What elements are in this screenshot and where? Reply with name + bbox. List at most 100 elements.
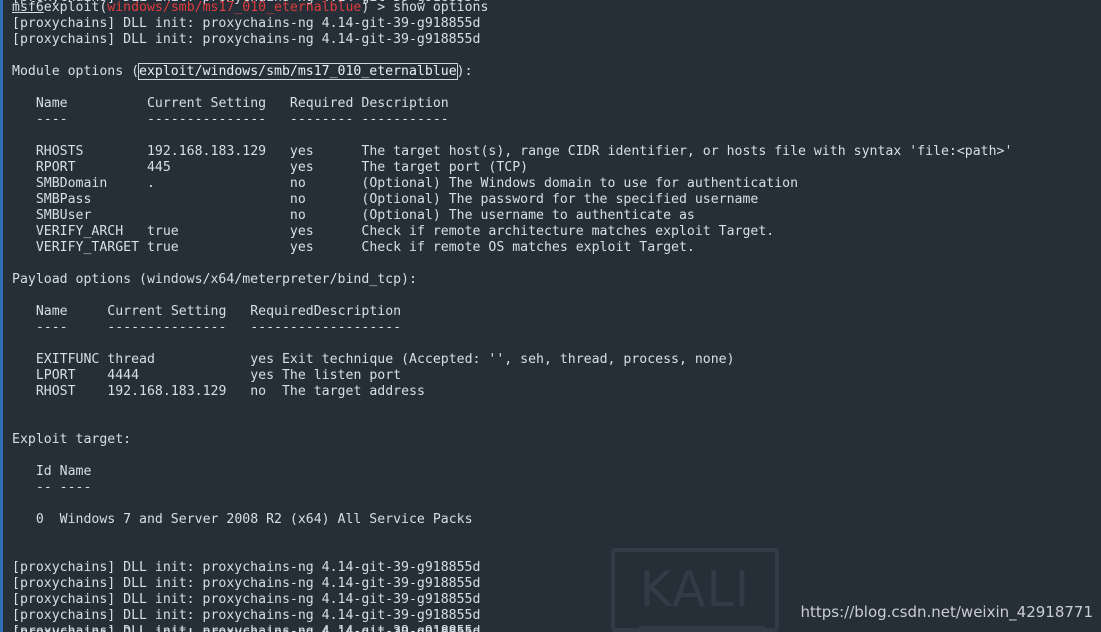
col-header-name: Name [35,304,108,319]
option-name: RHOST [35,384,108,399]
option-description: The target address [281,384,425,399]
option-name: SMBPass [35,192,147,207]
table-row: VERIFY_ARCH true yes Check if remote arc… [12,224,1101,240]
option-description: Exit technique (Accepted: '', seh, threa… [281,352,735,367]
payload-options-heading: Payload options (windows/x64/meterpreter… [12,272,417,287]
option-current-setting [147,192,290,207]
payload-options-header-row: Name Current Setting RequiredDescription [12,304,1101,320]
option-current-setting: thread [107,352,251,367]
terminal-window[interactable]: KALI https://blog.csdn.net/weixin_429187… [0,0,1101,632]
col-header-----: ---- [35,320,108,335]
option-name: RHOSTS [35,144,147,159]
table-row: SMBPass no (Optional) The password for t… [12,192,1101,208]
proxychains-line: [proxychains] DLL init: proxychains-ng 4… [12,592,481,607]
payload-options-header-rule: ---- --------------- ------------------- [12,320,1101,336]
col-header-required: Required [250,304,314,319]
option-description: Check if remote OS matches exploit Targe… [361,240,695,255]
col-header-----: ---- [35,112,147,127]
col-header-name: Name [35,96,147,111]
shell-name-label: msf6 [12,0,44,15]
option-current-setting: 4444 [107,368,251,383]
col-header-id: Id [35,464,60,479]
col-header-----: ---- [59,480,92,495]
col-header------------: ----------- [313,320,402,335]
option-description: The listen port [281,368,402,383]
option-required: no [250,384,282,399]
option-description: The target host(s), range CIDR identifie… [361,144,1013,159]
target-name: Windows 7 and Server 2008 R2 (x64) All S… [59,512,473,527]
col-header----------------: --------------- [146,112,290,127]
option-required: yes [250,352,282,367]
table-row: RHOST 192.168.183.129 no The target addr… [12,384,1101,400]
proxychains-line: [proxychains] DLL init: proxychains-ng 4… [12,560,481,575]
table-row: RPORT 445 yes The target port (TCP) [12,160,1101,176]
col-header-description: Description [313,304,402,319]
selected-module-path[interactable]: exploit/windows/smb/ms17_010_eternalblue [138,63,458,80]
col-header---------: -------- [289,112,362,127]
terminal-output: msf6exploit(windows/smb/ms17_010_eternal… [3,0,1101,632]
option-description: (Optional) The password for the specifie… [361,192,759,207]
option-required: yes [289,240,362,255]
prompt-exploit-prefix: exploit( [43,0,108,15]
col-header---: -- [35,480,60,495]
option-name: LPORT [35,368,108,383]
table-row: SMBDomain . no (Optional) The Windows do… [12,176,1101,192]
option-current-setting [147,208,290,223]
option-name: RPORT [35,160,147,175]
option-current-setting: 192.168.183.129 [146,144,290,159]
module-options-header-row: Name Current Setting Required Descriptio… [12,96,1101,112]
proxychains-line: [proxychains] DLL init: proxychains-ng 4… [12,624,481,632]
option-required: yes [289,160,362,175]
module-options-header-rule: ---- --------------- -------- ----------… [12,112,1101,128]
proxychains-line: [proxychains] DLL init: proxychains-ng 4… [12,32,481,47]
exploit-target-heading: Exploit target: [12,432,132,447]
option-name: VERIFY_TARGET [35,240,147,255]
col-header-current-setting: Current Setting [107,304,251,319]
table-row: RHOSTS 192.168.183.129 yes The target ho… [12,144,1101,160]
table-row: VERIFY_TARGET true yes Check if remote O… [12,240,1101,256]
col-header------------: ----------- [361,112,449,127]
option-description: Check if remote architecture matches exp… [361,224,775,239]
option-current-setting: 192.168.183.129 [107,384,251,399]
prompt-line-show-options[interactable]: msf6exploit(windows/smb/ms17_010_eternal… [12,0,1101,16]
prompt-exploit-suffix: ) > [361,0,394,15]
col-header-description: Description [361,96,449,111]
option-required: no [289,208,362,223]
prompt-module-path: windows/smb/ms17_010_eternalblue [107,0,362,15]
exploit-target-header-rule: -- ---- [12,480,1101,496]
option-current-setting: true [146,240,290,255]
option-name: VERIFY_ARCH [35,224,147,239]
col-header----------------: --------------- [107,320,251,335]
proxychains-line: [proxychains] DLL init: proxychains-ng 4… [12,608,481,623]
option-required: yes [289,144,362,159]
selected-module-path-text: exploit/windows/smb/ms17_010_eternalblue [139,64,457,79]
option-current-setting: . [146,176,290,191]
option-name: SMBDomain [35,176,147,191]
option-required: no [289,192,362,207]
table-row: SMBUser no (Optional) The username to au… [12,208,1101,224]
col-header-required: Required [289,96,362,111]
option-name: SMBUser [35,208,147,223]
target-id: 0 [35,512,60,527]
table-row: LPORT 4444 yes The listen port [12,368,1101,384]
option-name: EXITFUNC [35,352,108,367]
option-current-setting: true [146,224,290,239]
module-options-heading-prefix: Module options ( [12,64,140,79]
option-description: (Optional) The username to authenticate … [361,208,695,223]
module-options-heading: Module options (exploit/windows/smb/ms17… [12,63,1101,80]
option-current-setting: 445 [146,160,290,175]
col-header---------: -------- [250,320,314,335]
option-description: (Optional) The Windows domain to use for… [361,176,799,191]
col-header-current-setting: Current Setting [146,96,290,111]
